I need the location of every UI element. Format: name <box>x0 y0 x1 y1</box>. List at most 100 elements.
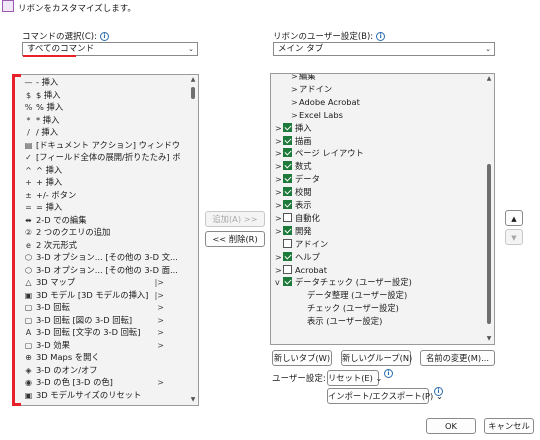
command-list-item[interactable]: — - 挿入 <box>13 76 180 89</box>
command-list-item[interactable]: ◈ 3-D のオン/オフ <box>13 364 180 377</box>
command-list-item[interactable]: + + 挿入 <box>13 176 180 189</box>
command-list-item[interactable]: ◉ 3-D の色 [3-D の色] > <box>13 376 180 389</box>
move-down-button[interactable]: ▼ <box>505 229 523 245</box>
command-list-item[interactable]: %% 挿入 <box>13 101 180 114</box>
ribbon-tree-item[interactable]: データ整理 (ユーザー設定) <box>299 289 407 302</box>
checkbox-checked[interactable] <box>283 161 292 171</box>
command-list-item[interactable]: ⬡ 3-D オプション... [その他の 3-D 文... <box>13 251 180 264</box>
info-icon[interactable]: i <box>384 369 393 378</box>
reset-button[interactable]: リセット(E) ⌄ <box>327 370 383 386</box>
info-icon[interactable]: i <box>376 32 386 41</box>
chevron-right-icon[interactable]: > <box>275 135 283 148</box>
scroll-down-icon[interactable]: ▼ <box>484 334 494 344</box>
command-list-item[interactable]: ± +/- ボタン <box>13 189 180 202</box>
command-list[interactable]: — - 挿入 $ $ 挿入%% 挿入 * * 挿入 / / 挿入 ▤ [ドキュメント アクション]… <box>12 74 199 406</box>
chevron-right-icon[interactable]: > <box>275 225 283 238</box>
chevron-right-icon[interactable]: > <box>275 199 283 212</box>
command-list-item[interactable]: A 3-D 回転 [文字の 3-D 回転] > <box>13 326 180 339</box>
ribbon-tree-item[interactable]: >編集 <box>291 74 316 83</box>
command-list-item[interactable]: ▤ [ドキュメント アクション] ウィンドウ <box>13 139 180 152</box>
command-list-item[interactable]: ②2 つのクエリの追加 <box>13 226 180 239</box>
command-list-item[interactable]: ^ ^ 挿入 <box>13 164 180 177</box>
chevron-right-icon[interactable]: > <box>275 264 283 277</box>
chevron-right-icon[interactable]: > <box>275 160 283 173</box>
remove-button[interactable]: << 削除(R) <box>205 231 265 247</box>
move-up-button[interactable]: ▲ <box>505 210 523 226</box>
command-list-item[interactable]: ⬌ 2-D での編集 <box>13 214 180 227</box>
ribbon-tree-item[interactable]: > ヘルプ <box>275 251 320 264</box>
command-list-item[interactable]: / / 挿入 <box>13 126 180 139</box>
chevron-right-icon[interactable]: > <box>291 96 299 109</box>
chevron-right-icon[interactable]: > <box>275 173 283 186</box>
checkbox-checked[interactable] <box>283 148 292 158</box>
command-list-item[interactable]: ▢ 3-D 回転 [図の 3-D 回転] > <box>13 314 180 327</box>
command-list-item[interactable]: ⬡ 3-D オプション... [その他の 3-D 面... <box>13 264 180 277</box>
command-list-item[interactable]: ▢ 3-D 回転 > <box>13 301 180 314</box>
checkbox-unchecked[interactable] <box>283 238 292 248</box>
new-group-button[interactable]: 新しいグループ(N) <box>341 350 412 366</box>
rename-button[interactable]: 名前の変更(M)... <box>420 350 495 366</box>
chevron-right-icon[interactable]: > <box>275 122 283 135</box>
scroll-thumb[interactable] <box>487 164 491 324</box>
chevron-right-icon[interactable]: > <box>291 83 299 96</box>
checkbox-unchecked[interactable] <box>283 212 292 222</box>
checkbox-checked[interactable] <box>283 122 292 132</box>
ribbon-tree-item[interactable]: > 自動化 <box>275 212 320 225</box>
ribbon-tree-item[interactable]: > Acrobat <box>275 264 327 277</box>
ribbon-tree-item[interactable]: > ページ レイアウト <box>275 147 364 160</box>
ok-button[interactable]: OK <box>426 418 476 434</box>
checkbox-checked[interactable] <box>283 187 292 197</box>
checkbox-checked[interactable] <box>283 277 292 287</box>
command-list-scrollbar[interactable]: ▲ ▼ <box>188 75 198 405</box>
command-list-item[interactable]: e 2 次元形式 <box>13 239 180 252</box>
chevron-right-icon[interactable]: > <box>275 147 283 160</box>
command-list-item[interactable]: * * 挿入 <box>13 114 180 127</box>
ribbon-customize-combo[interactable]: メイン タブ ⌄ <box>273 42 495 56</box>
ribbon-tree-item[interactable]: アドイン <box>275 238 328 251</box>
checkbox-checked[interactable] <box>283 174 292 184</box>
ribbon-tree-item[interactable]: >アドイン <box>291 83 332 96</box>
ribbon-tree-item[interactable]: > 数式 <box>275 160 312 173</box>
import-export-button[interactable]: インポート/エクスポート(P) ⌄ <box>327 388 443 404</box>
ribbon-tree-item[interactable]: v データチェック (ユーザー設定) <box>275 276 412 289</box>
chevron-down-icon[interactable]: v <box>275 276 283 289</box>
ribbon-tree-item[interactable]: > データ <box>275 173 320 186</box>
cancel-button[interactable]: キャンセル <box>484 418 534 434</box>
command-list-item[interactable]: ▣ 3D モデルサイズのリセット <box>13 389 180 402</box>
chevron-right-icon[interactable]: > <box>275 212 283 225</box>
ribbon-tree-item[interactable]: >Adobe Acrobat <box>291 96 360 109</box>
ribbon-tree-item[interactable]: > 描画 <box>275 135 312 148</box>
chevron-right-icon[interactable]: > <box>275 186 283 199</box>
ribbon-tree-item[interactable]: チェック (ユーザー設定) <box>299 302 399 315</box>
command-list-item[interactable]: ▣ 3D モデル [3D モデルの挿入] |> <box>13 289 180 302</box>
add-button[interactable]: 追加(A) >> <box>205 211 265 227</box>
chevron-right-icon[interactable]: > <box>275 251 283 264</box>
command-list-item[interactable]: ▢ 3-D 効果 > <box>13 339 180 352</box>
checkbox-checked[interactable] <box>283 225 292 235</box>
checkbox-checked[interactable] <box>283 251 292 261</box>
info-icon[interactable]: i <box>434 387 443 396</box>
command-list-item[interactable]: = = 挿入 <box>13 201 180 214</box>
scroll-up-icon[interactable]: ▲ <box>484 74 494 84</box>
scroll-up-icon[interactable]: ▲ <box>188 75 198 85</box>
ribbon-tree[interactable]: >編集 >アドイン >Adobe Acrobat >Excel Labs > 挿入 > 描画 >… <box>270 73 495 345</box>
chevron-right-icon[interactable]: > <box>291 109 299 122</box>
ribbon-tree-item[interactable]: >Excel Labs <box>291 109 343 122</box>
info-icon[interactable]: i <box>99 32 109 41</box>
scroll-thumb[interactable] <box>191 87 195 99</box>
command-list-item[interactable]: ✓ [フィールド全体の展開/折りたたみ] ボ... <box>13 151 180 164</box>
ribbon-tree-item[interactable]: > 挿入 <box>275 122 312 135</box>
checkbox-unchecked[interactable] <box>283 264 292 274</box>
command-list-item[interactable]: △ 3D マップ |> <box>13 276 180 289</box>
ribbon-tree-item[interactable]: > 表示 <box>275 199 312 212</box>
ribbon-tree-item[interactable]: > 校閲 <box>275 186 312 199</box>
command-select-combo[interactable]: すべてのコマンド ⌄ <box>22 42 198 56</box>
ribbon-tree-item[interactable]: 表示 (ユーザー設定) <box>299 315 382 328</box>
command-list-item[interactable]: $ $ 挿入 <box>13 89 180 102</box>
checkbox-checked[interactable] <box>283 200 292 209</box>
new-tab-button[interactable]: 新しいタブ(W) <box>272 350 332 366</box>
command-list-item[interactable]: ⊕ 3D Maps を開く <box>13 351 180 364</box>
checkbox-checked[interactable] <box>283 135 292 145</box>
ribbon-tree-item[interactable]: > 開発 <box>275 225 312 238</box>
ribbon-tree-scrollbar[interactable]: ▲ ▼ <box>484 74 494 344</box>
